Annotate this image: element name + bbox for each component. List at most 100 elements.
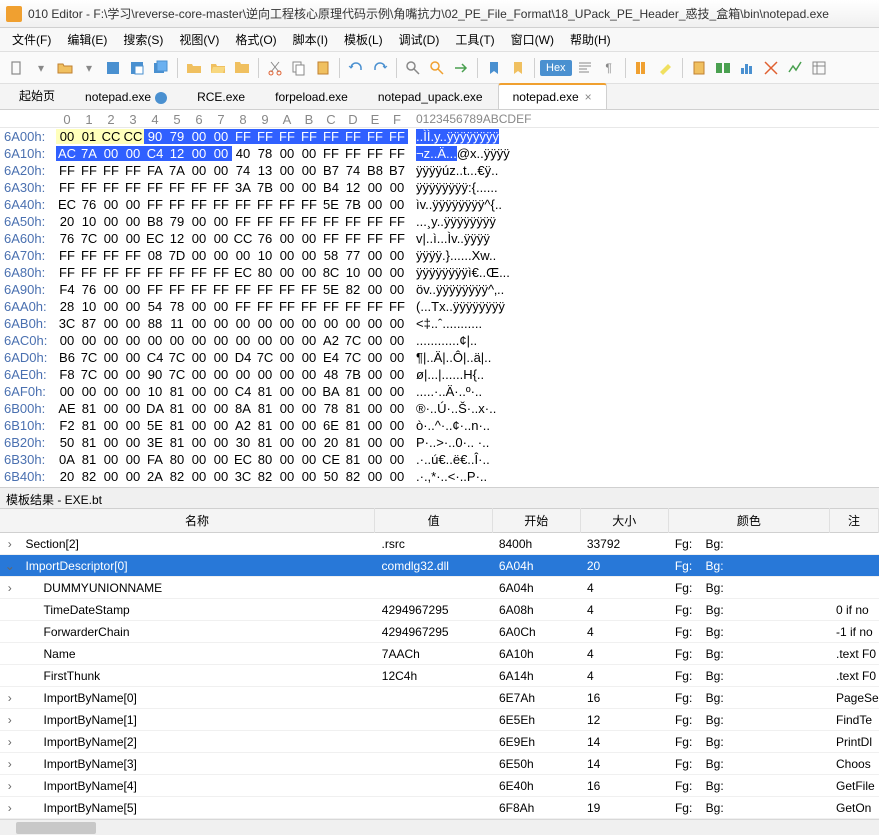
hex-byte[interactable]: 00 bbox=[122, 299, 144, 314]
hex-byte[interactable]: A2 bbox=[320, 333, 342, 348]
hex-byte[interactable]: DA bbox=[144, 401, 166, 416]
checksum-button[interactable] bbox=[760, 57, 782, 79]
template-row[interactable]: ›ImportByName[0]6E7Ah16Fg: Bg:PageSe bbox=[0, 687, 879, 709]
col-name-header[interactable]: 名称 bbox=[19, 508, 375, 533]
text-mode-button[interactable] bbox=[574, 57, 596, 79]
hex-byte[interactable]: B7 bbox=[320, 163, 342, 178]
expand-icon[interactable]: › bbox=[0, 801, 19, 815]
template-button[interactable] bbox=[808, 57, 830, 79]
hex-byte[interactable]: 40 bbox=[232, 146, 254, 161]
bookmark-prev-button[interactable] bbox=[507, 57, 529, 79]
hex-byte[interactable]: 7B bbox=[342, 367, 364, 382]
hex-byte[interactable]: 00 bbox=[298, 231, 320, 246]
hex-byte[interactable]: 00 bbox=[188, 214, 210, 229]
hex-byte[interactable]: 81 bbox=[78, 435, 100, 450]
hex-byte[interactable]: 76 bbox=[78, 197, 100, 212]
hex-byte[interactable]: B7 bbox=[386, 163, 408, 178]
hex-row[interactable]: 6AA0h:2810000054780000FFFFFFFFFFFFFFFF(.… bbox=[0, 298, 879, 315]
hex-byte[interactable]: 00 bbox=[386, 401, 408, 416]
dropdown-arrow[interactable]: ▾ bbox=[78, 57, 100, 79]
hex-byte[interactable]: FF bbox=[78, 265, 100, 280]
hex-byte[interactable]: 10 bbox=[78, 299, 100, 314]
hex-byte[interactable]: FF bbox=[386, 214, 408, 229]
hex-byte[interactable]: 00 bbox=[188, 435, 210, 450]
copy-button[interactable] bbox=[288, 57, 310, 79]
hex-row[interactable]: 6AD0h:B67C0000C47C0000D47C0000E47C0000¶|… bbox=[0, 349, 879, 366]
hex-byte[interactable]: 10 bbox=[254, 248, 276, 263]
hex-row[interactable]: 6A40h:EC760000FFFFFFFFFFFFFFFF5E7B0000ìv… bbox=[0, 196, 879, 213]
hex-byte[interactable]: 00 bbox=[276, 180, 298, 195]
hex-byte[interactable]: 00 bbox=[254, 367, 276, 382]
histogram-button[interactable] bbox=[736, 57, 758, 79]
hex-byte[interactable]: FF bbox=[342, 299, 364, 314]
hex-byte[interactable]: BA bbox=[320, 384, 342, 399]
hex-byte[interactable]: 00 bbox=[386, 350, 408, 365]
hex-byte[interactable]: 80 bbox=[254, 265, 276, 280]
dropdown-arrow[interactable]: ▾ bbox=[30, 57, 52, 79]
hex-byte[interactable]: 00 bbox=[364, 469, 386, 484]
hex-byte[interactable]: D4 bbox=[232, 350, 254, 365]
menu-item[interactable]: 脚本(I) bbox=[285, 28, 336, 51]
hex-byte[interactable]: FF bbox=[166, 197, 188, 212]
hex-byte[interactable]: FF bbox=[100, 163, 122, 178]
hex-byte[interactable]: 00 bbox=[298, 265, 320, 280]
hex-editor[interactable]: 0123456789ABCDEF 0123456789ABCDEF 6A00h:… bbox=[0, 110, 879, 487]
hex-byte[interactable]: 00 bbox=[210, 129, 232, 144]
folder-button[interactable] bbox=[183, 57, 205, 79]
redo-button[interactable] bbox=[369, 57, 391, 79]
horizontal-scrollbar[interactable] bbox=[0, 819, 879, 835]
hex-byte[interactable]: FF bbox=[364, 146, 386, 161]
hex-row[interactable]: 6AE0h:F87C0000907C000000000000487B0000ø|… bbox=[0, 366, 879, 383]
hex-byte[interactable]: C4 bbox=[144, 350, 166, 365]
hex-byte[interactable]: 00 bbox=[100, 367, 122, 382]
hex-byte[interactable]: 00 bbox=[144, 333, 166, 348]
hex-byte[interactable]: 3E bbox=[144, 435, 166, 450]
hex-byte[interactable]: 3A bbox=[232, 180, 254, 195]
hex-byte[interactable]: FF bbox=[298, 299, 320, 314]
hex-byte[interactable]: FF bbox=[254, 282, 276, 297]
hex-ascii[interactable]: ¶|..Ä|..Ô|..ä|.. bbox=[416, 350, 491, 365]
template-row[interactable]: ›DUMMYUNIONNAME6A04h4Fg: Bg: bbox=[0, 577, 879, 599]
hex-byte[interactable]: 00 bbox=[386, 180, 408, 195]
hex-byte[interactable]: 81 bbox=[78, 452, 100, 467]
hex-byte[interactable]: 00 bbox=[386, 265, 408, 280]
hex-byte[interactable]: FF bbox=[276, 214, 298, 229]
template-row[interactable]: ›ImportByName[2]6E9Eh14Fg: Bg:PrintDl bbox=[0, 731, 879, 753]
hex-byte[interactable]: 00 bbox=[210, 146, 232, 161]
hex-byte[interactable]: 00 bbox=[364, 452, 386, 467]
hex-row[interactable]: 6B30h:0A810000FA800000EC800000CE810000.·… bbox=[0, 451, 879, 468]
hex-byte[interactable]: FF bbox=[342, 231, 364, 246]
chart-button[interactable] bbox=[784, 57, 806, 79]
hex-byte[interactable]: FF bbox=[276, 282, 298, 297]
hex-byte[interactable]: 00 bbox=[188, 333, 210, 348]
hex-byte[interactable]: 00 bbox=[298, 163, 320, 178]
hex-byte[interactable]: FF bbox=[254, 129, 276, 144]
hex-byte[interactable]: 00 bbox=[78, 333, 100, 348]
hex-byte[interactable]: 00 bbox=[122, 418, 144, 433]
hex-byte[interactable]: FF bbox=[232, 197, 254, 212]
hex-byte[interactable]: 00 bbox=[364, 384, 386, 399]
hex-byte[interactable]: FF bbox=[144, 180, 166, 195]
hex-byte[interactable]: 00 bbox=[122, 197, 144, 212]
hex-byte[interactable]: 00 bbox=[386, 367, 408, 382]
hex-byte[interactable]: 00 bbox=[364, 418, 386, 433]
hex-byte[interactable]: FF bbox=[232, 299, 254, 314]
save-button[interactable] bbox=[102, 57, 124, 79]
expand-icon[interactable]: › bbox=[0, 713, 19, 727]
hex-byte[interactable]: 00 bbox=[364, 333, 386, 348]
hex-byte[interactable]: 00 bbox=[386, 316, 408, 331]
hex-byte[interactable]: FF bbox=[386, 146, 408, 161]
hex-byte[interactable]: 00 bbox=[276, 401, 298, 416]
hex-byte[interactable]: 81 bbox=[78, 418, 100, 433]
hex-byte[interactable]: AE bbox=[56, 401, 78, 416]
hex-byte[interactable]: 00 bbox=[342, 316, 364, 331]
folder-open-button[interactable] bbox=[207, 57, 229, 79]
hex-byte[interactable]: 87 bbox=[78, 316, 100, 331]
expand-icon[interactable]: › bbox=[0, 735, 19, 749]
col-value-header[interactable]: 值 bbox=[375, 508, 492, 533]
hex-byte[interactable]: B4 bbox=[320, 180, 342, 195]
template-row[interactable]: ›Section[2].rsrc8400h33792Fg: Bg: bbox=[0, 533, 879, 555]
hex-byte[interactable]: 00 bbox=[298, 367, 320, 382]
hex-byte[interactable]: 00 bbox=[122, 316, 144, 331]
hex-byte[interactable]: CC bbox=[122, 129, 144, 144]
